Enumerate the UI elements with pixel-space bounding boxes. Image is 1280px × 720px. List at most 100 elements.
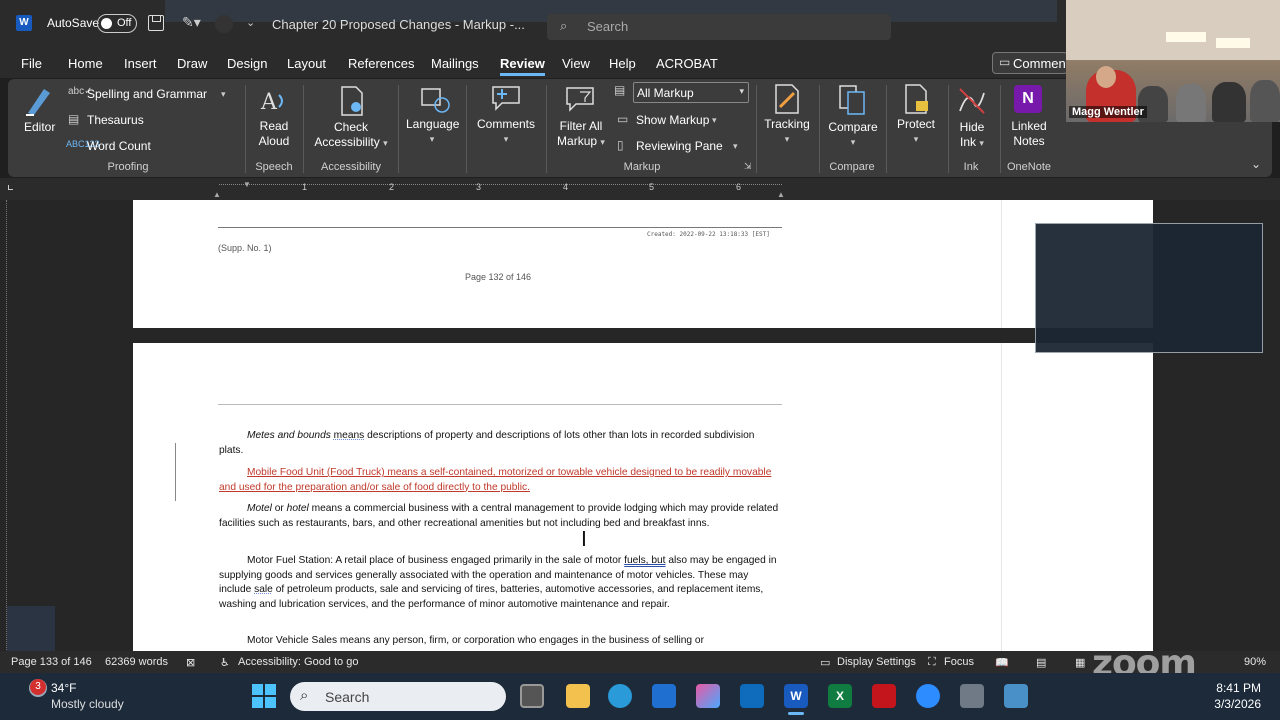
save-icon[interactable] (148, 15, 164, 31)
focus-button[interactable]: Focus (944, 656, 974, 668)
term-hotel: hotel (286, 503, 309, 514)
system-clock-time[interactable]: 8:41 PM (1213, 681, 1261, 695)
hide-ink-button[interactable]: Hide Ink ▾ (952, 120, 992, 151)
tab-references[interactable]: References (348, 56, 414, 71)
comments-ribbon-button[interactable]: Comments ▾ (474, 117, 538, 147)
show-markup-button[interactable]: Show Markup (636, 113, 709, 127)
tab-acrobat[interactable]: ACROBAT (656, 56, 718, 71)
show-markup-chevron-down-icon[interactable]: ▾ (712, 115, 717, 126)
autosave-toggle[interactable]: Off (97, 14, 137, 33)
language-button[interactable]: Language ▾ (406, 117, 460, 147)
proofing-status-icon[interactable]: ⊠ (186, 656, 195, 669)
zoom-level[interactable]: 90% (1244, 656, 1266, 668)
web-layout-icon[interactable]: ▦ (1075, 656, 1085, 669)
print-layout-icon[interactable]: ▤ (1036, 656, 1046, 669)
display-settings-button[interactable]: Display Settings (837, 656, 916, 668)
tab-mailings[interactable]: Mailings (431, 56, 479, 71)
read-mode-icon[interactable]: 📖 (995, 656, 1009, 669)
calculator-icon[interactable] (960, 684, 984, 708)
search-input[interactable]: ⌕ Search (547, 14, 891, 40)
word-taskbar-icon[interactable]: W (784, 684, 808, 708)
comments-button[interactable]: ▭ Commen (992, 52, 1068, 74)
thesaurus-button[interactable]: Thesaurus (87, 113, 144, 127)
paragraph-motel[interactable]: Motel or hotel means a commercial busine… (219, 502, 779, 531)
excel-icon[interactable]: X (828, 684, 852, 708)
chevron-down-icon: ▾ (739, 86, 744, 96)
left-indent-marker-icon[interactable]: ▲ (213, 190, 221, 199)
draw-pen-icon[interactable]: ✎▾ (182, 14, 201, 31)
tab-draw[interactable]: Draw (177, 56, 207, 71)
compare-button[interactable]: Compare ▾ (824, 120, 882, 150)
tab-home[interactable]: Home (68, 56, 103, 71)
right-indent-marker-icon[interactable]: ▲ (777, 190, 785, 199)
paragraph-text: Motor Vehicle Sales means any person, fi… (247, 635, 704, 646)
autosave-state: Off (117, 17, 132, 29)
tab-help[interactable]: Help (609, 56, 636, 71)
accessibility-status[interactable]: Accessibility: Good to go (238, 656, 358, 668)
paragraph-motor-vehicle-sales[interactable]: Motor Vehicle Sales means any person, fi… (219, 634, 779, 649)
linked-notes-button[interactable]: Linked Notes (1006, 119, 1052, 149)
undo-icon[interactable] (215, 15, 233, 33)
read-aloud-button[interactable]: Read Aloud (256, 119, 292, 149)
tab-insert[interactable]: Insert (124, 56, 157, 71)
markup-dialog-launcher-icon[interactable]: ⇲ (744, 161, 752, 172)
outlook-icon[interactable] (740, 684, 764, 708)
vertical-ruler[interactable] (6, 200, 18, 650)
m365-icon[interactable] (696, 684, 720, 708)
grammar-flag-sale[interactable]: sale (254, 584, 273, 595)
tracked-insertion-mobile-food-unit[interactable]: Mobile Food Unit (Food Truck) means a se… (219, 466, 779, 495)
taskbar-search-label: Search (325, 689, 370, 705)
tab-view[interactable]: View (562, 56, 590, 71)
spelling-chevron-down-icon[interactable]: ▾ (221, 89, 226, 100)
file-explorer-icon[interactable] (566, 684, 590, 708)
page-132[interactable] (133, 200, 1153, 328)
photos-icon[interactable] (1004, 684, 1028, 708)
reviewing-pane-chevron-down-icon[interactable]: ▾ (733, 141, 738, 152)
weather-temperature[interactable]: 34°F (51, 681, 76, 695)
page-number-footer: Page 132 of 146 (465, 272, 532, 282)
collapse-ribbon-chevron-icon[interactable]: ⌄ (1251, 157, 1261, 171)
display-for-review-select[interactable]: All Markup ▾ (633, 82, 749, 103)
reviewing-pane-button[interactable]: Reviewing Pane (636, 139, 723, 153)
language-label: Language (406, 117, 460, 131)
comments-label: Comments (476, 117, 535, 131)
participant-name: Magg Wentler (1069, 106, 1147, 118)
taskbar-search[interactable]: ⌕ Search (290, 682, 506, 711)
tab-selector-icon[interactable] (8, 185, 13, 190)
video-participant-thumbnail[interactable]: Magg Wentler (1066, 0, 1280, 122)
chevron-down-icon: ▾ (979, 138, 984, 148)
change-bar (175, 443, 176, 501)
acrobat-icon[interactable] (872, 684, 896, 708)
tab-file[interactable]: File (21, 56, 42, 71)
ruler-number: 4 (563, 182, 569, 192)
weather-condition[interactable]: Mostly cloudy (51, 697, 124, 711)
svg-text:A: A (260, 90, 278, 115)
spelling-grammar-button[interactable]: Spelling and Grammar (87, 87, 207, 101)
paragraph-metes-and-bounds[interactable]: Metes and bounds means descriptions of p… (219, 429, 779, 458)
editor-button[interactable]: Editor (24, 120, 55, 134)
windows-start-icon[interactable] (252, 684, 276, 708)
check-accessibility-icon (341, 86, 363, 116)
tab-review[interactable]: Review (500, 56, 545, 76)
page-count-status[interactable]: Page 133 of 146 (11, 656, 92, 668)
zoom-app-icon[interactable] (916, 684, 940, 708)
grammar-flag-fuels-but[interactable]: fuels, but (624, 555, 665, 566)
word-count-button[interactable]: Word Count (87, 139, 151, 153)
first-line-indent-marker-icon[interactable]: ▼ (243, 180, 251, 189)
task-view-icon[interactable] (520, 684, 544, 708)
microsoft-store-icon[interactable] (652, 684, 676, 708)
word-count-status[interactable]: 62369 words (105, 656, 168, 668)
horizontal-ruler[interactable]: ▼ ▲ ▲ (0, 178, 1280, 200)
customize-toolbar-chevron-icon[interactable]: ⌄ (246, 16, 255, 29)
edge-browser-icon[interactable] (608, 684, 632, 708)
protect-button[interactable]: Protect ▾ (892, 117, 940, 147)
paragraph-motor-fuel-station[interactable]: Motor Fuel Station: A retail place of bu… (219, 554, 779, 612)
tracking-button[interactable]: Tracking ▾ (762, 117, 812, 147)
filter-all-markup-button[interactable]: Filter All Markup ▾ (554, 119, 608, 150)
tab-layout[interactable]: Layout (287, 56, 326, 71)
tab-design[interactable]: Design (227, 56, 267, 71)
separator (819, 85, 820, 173)
system-clock-date[interactable]: 3/3/2026 (1208, 697, 1261, 711)
check-accessibility-button[interactable]: Check Accessibility ▾ (312, 120, 390, 151)
separator (948, 85, 949, 173)
